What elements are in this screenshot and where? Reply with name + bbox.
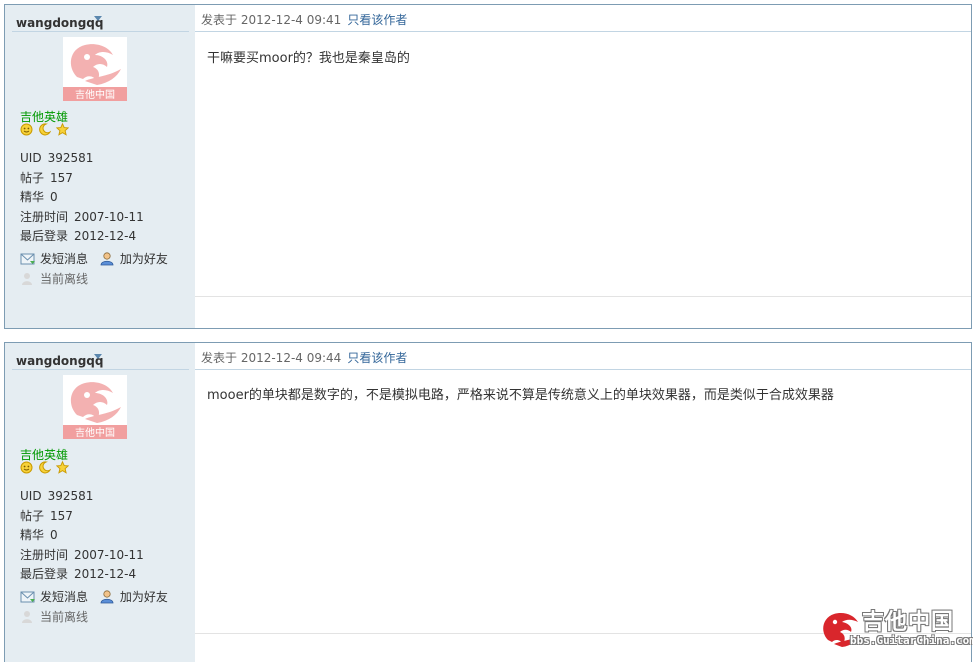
user-add-icon [100, 252, 114, 266]
rank-stars [20, 461, 70, 477]
avatar[interactable]: 吉他中国 [63, 375, 127, 439]
post-content: 干嘛要买moor的？我也是秦皇岛的 [207, 51, 410, 66]
add-friend-button[interactable]: 加为好友 [100, 249, 168, 269]
post: wangdongqq 吉他中国 吉他英雄 UID 392581 帖子 157 精华 0… [4, 4, 972, 329]
username-row: wangdongqq [12, 11, 189, 32]
watermark-title: 吉他中国 [862, 610, 955, 635]
stat-register: 注册时间 2007-10-11 [20, 209, 144, 224]
stat-uid: UID 392581 [20, 151, 94, 165]
rank-stars [20, 123, 70, 139]
author-sidebar: wangdongqq 吉他中国 吉他英雄 UID 392581 帖子 157 精华 0… [5, 5, 195, 328]
offline-user-icon [22, 273, 32, 285]
stat-posts: 帖子 157 [20, 170, 73, 185]
post-time: 发表于 2012-12-4 09:44 只看该作者 [201, 351, 408, 365]
star-icon [55, 461, 69, 474]
post-time: 发表于 2012-12-4 09:41 只看该作者 [201, 13, 408, 27]
stat-last-login: 最后登录 2012-12-4 [20, 229, 137, 243]
user-add-icon [100, 590, 114, 604]
author-only-link[interactable]: 只看该作者 [347, 351, 407, 365]
username-link[interactable]: wangdongqq [16, 16, 103, 30]
envelope-icon [20, 253, 35, 265]
chevron-down-icon[interactable] [94, 16, 102, 21]
author-only-link[interactable]: 只看该作者 [347, 13, 407, 27]
post-header: 发表于 2012-12-4 09:41 只看该作者 [195, 5, 971, 32]
user-actions: 发短消息 加为好友 当前离线 [20, 249, 190, 289]
online-status: 当前离线 [20, 269, 88, 289]
watermark-url: bbs.GuitarChina.com [850, 634, 973, 647]
stat-last-login: 最后登录 2012-12-4 [20, 567, 137, 581]
username-link[interactable]: wangdongqq [16, 354, 103, 368]
user-actions: 发短消息 加为好友 当前离线 [20, 587, 190, 627]
avatar-caption: 吉他中国 [75, 88, 115, 101]
username-row: wangdongqq [12, 349, 189, 370]
stat-digest: 精华 0 [20, 190, 58, 204]
user-stats: UID 392581 帖子 157 精华 0 注册时间 2007-10-11 最后登录 2… [20, 487, 144, 585]
offline-user-icon [22, 611, 32, 623]
send-message-button[interactable]: 发短消息 [20, 249, 88, 269]
author-sidebar: wangdongqq 吉他中国 吉他英雄 UID 392581 帖子 157 精华 0… [5, 343, 195, 662]
star-icon [55, 123, 69, 136]
avatar-caption: 吉他中国 [75, 426, 115, 439]
site-watermark: 吉他中国 bbs.GuitarChina.com [820, 604, 973, 650]
stat-digest: 精华 0 [20, 528, 58, 542]
stat-uid: UID 392581 [20, 489, 94, 503]
sun-icon [20, 461, 33, 474]
envelope-icon [20, 591, 35, 603]
sun-icon [20, 123, 33, 136]
send-message-button[interactable]: 发短消息 [20, 587, 88, 607]
post-header: 发表于 2012-12-4 09:44 只看该作者 [195, 343, 971, 370]
moon-icon [38, 461, 51, 474]
divider [195, 296, 971, 297]
user-stats: UID 392581 帖子 157 精华 0 注册时间 2007-10-11 最后登录 2… [20, 149, 144, 247]
chevron-down-icon[interactable] [94, 354, 102, 359]
stat-register: 注册时间 2007-10-11 [20, 547, 144, 562]
add-friend-button[interactable]: 加为好友 [100, 587, 168, 607]
post-content: mooer的单块都是数字的，不是模拟电路，严格来说不算是传统意义上的单块效果器，… [207, 388, 834, 403]
stat-posts: 帖子 157 [20, 508, 73, 523]
online-status: 当前离线 [20, 607, 88, 627]
moon-icon [38, 123, 51, 136]
avatar[interactable]: 吉他中国 [63, 37, 127, 101]
